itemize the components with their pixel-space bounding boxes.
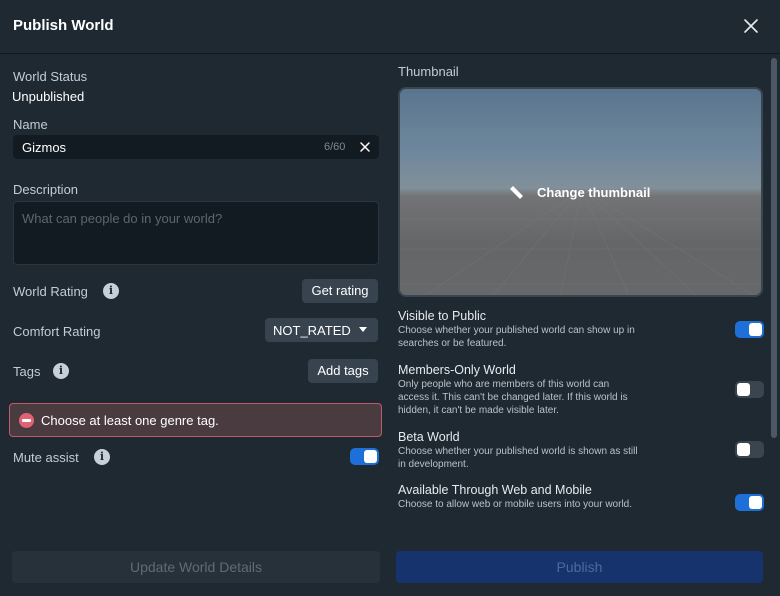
mute-assist-toggle[interactable] [350, 448, 379, 465]
world-rating-label: World Rating [13, 284, 88, 299]
chevron-down-icon [359, 327, 367, 332]
toggle-knob [749, 323, 762, 336]
option-web-mobile-desc: Choose to allow web or mobile users into… [398, 499, 632, 510]
option-beta-title: Beta World [398, 430, 460, 444]
info-icon[interactable]: i [53, 363, 69, 379]
description-label: Description [13, 182, 79, 197]
thumbnail-label: Thumbnail [398, 64, 459, 79]
beta-world-toggle[interactable] [735, 441, 764, 458]
update-world-details-button[interactable]: Update World Details [12, 551, 380, 583]
pencil-icon [510, 186, 523, 199]
dialog-title: Publish World [13, 17, 114, 34]
info-icon[interactable]: i [103, 283, 119, 299]
options-scroll-area[interactable]: Visible to Public Choose whether your pu… [390, 305, 772, 519]
mute-assist-label: Mute assist [13, 450, 79, 465]
toggle-knob [364, 450, 377, 463]
option-visible-public-desc: Choose whether your published world can … [398, 325, 635, 349]
clear-icon[interactable] [358, 140, 372, 154]
get-rating-button[interactable]: Get rating [302, 279, 378, 303]
error-icon [19, 413, 34, 428]
name-label: Name [13, 117, 48, 132]
world-status-value: Unpublished [12, 89, 85, 104]
option-web-mobile-title: Available Through Web and Mobile [398, 483, 592, 497]
toggle-knob [737, 443, 750, 456]
option-visible-public-title: Visible to Public [398, 309, 487, 323]
close-button[interactable] [740, 15, 762, 37]
tags-label: Tags [13, 364, 41, 379]
dialog-header: Publish World [0, 0, 780, 54]
add-tags-button[interactable]: Add tags [308, 359, 378, 383]
description-placeholder: What can people do in your world? [22, 211, 223, 226]
description-field[interactable]: What can people do in your world? [13, 201, 379, 265]
change-thumbnail-button[interactable]: Change thumbnail [537, 185, 650, 200]
toggle-knob [737, 383, 750, 396]
name-char-count: 6/60 [324, 141, 346, 153]
option-beta-desc: Choose whether your published world is s… [398, 446, 638, 470]
close-icon [744, 19, 758, 33]
visible-public-toggle[interactable] [735, 321, 764, 338]
world-status-label: World Status [13, 69, 88, 84]
error-message: Choose at least one genre tag. [41, 413, 219, 428]
name-value: Gizmos [22, 140, 67, 155]
name-field[interactable]: Gizmos 6/60 [13, 135, 379, 159]
comfort-rating-select[interactable]: NOT_RATED [265, 318, 378, 342]
scrollbar-thumb[interactable] [771, 58, 777, 438]
thumbnail-image[interactable]: Change thumbnail [398, 87, 763, 297]
web-mobile-toggle[interactable] [735, 494, 764, 511]
comfort-rating-label: Comfort Rating [13, 324, 101, 339]
option-members-only-desc: Only people who are members of this worl… [398, 379, 628, 416]
toggle-knob [749, 496, 762, 509]
comfort-rating-value: NOT_RATED [273, 323, 351, 338]
publish-world-dialog: Publish World World Status Unpublished N… [0, 0, 780, 596]
publish-button[interactable]: Publish [396, 551, 763, 583]
option-members-only-title: Members-Only World [398, 363, 516, 377]
genre-tag-error: Choose at least one genre tag. [9, 403, 382, 437]
members-only-toggle[interactable] [735, 381, 764, 398]
info-icon[interactable]: i [94, 449, 110, 465]
